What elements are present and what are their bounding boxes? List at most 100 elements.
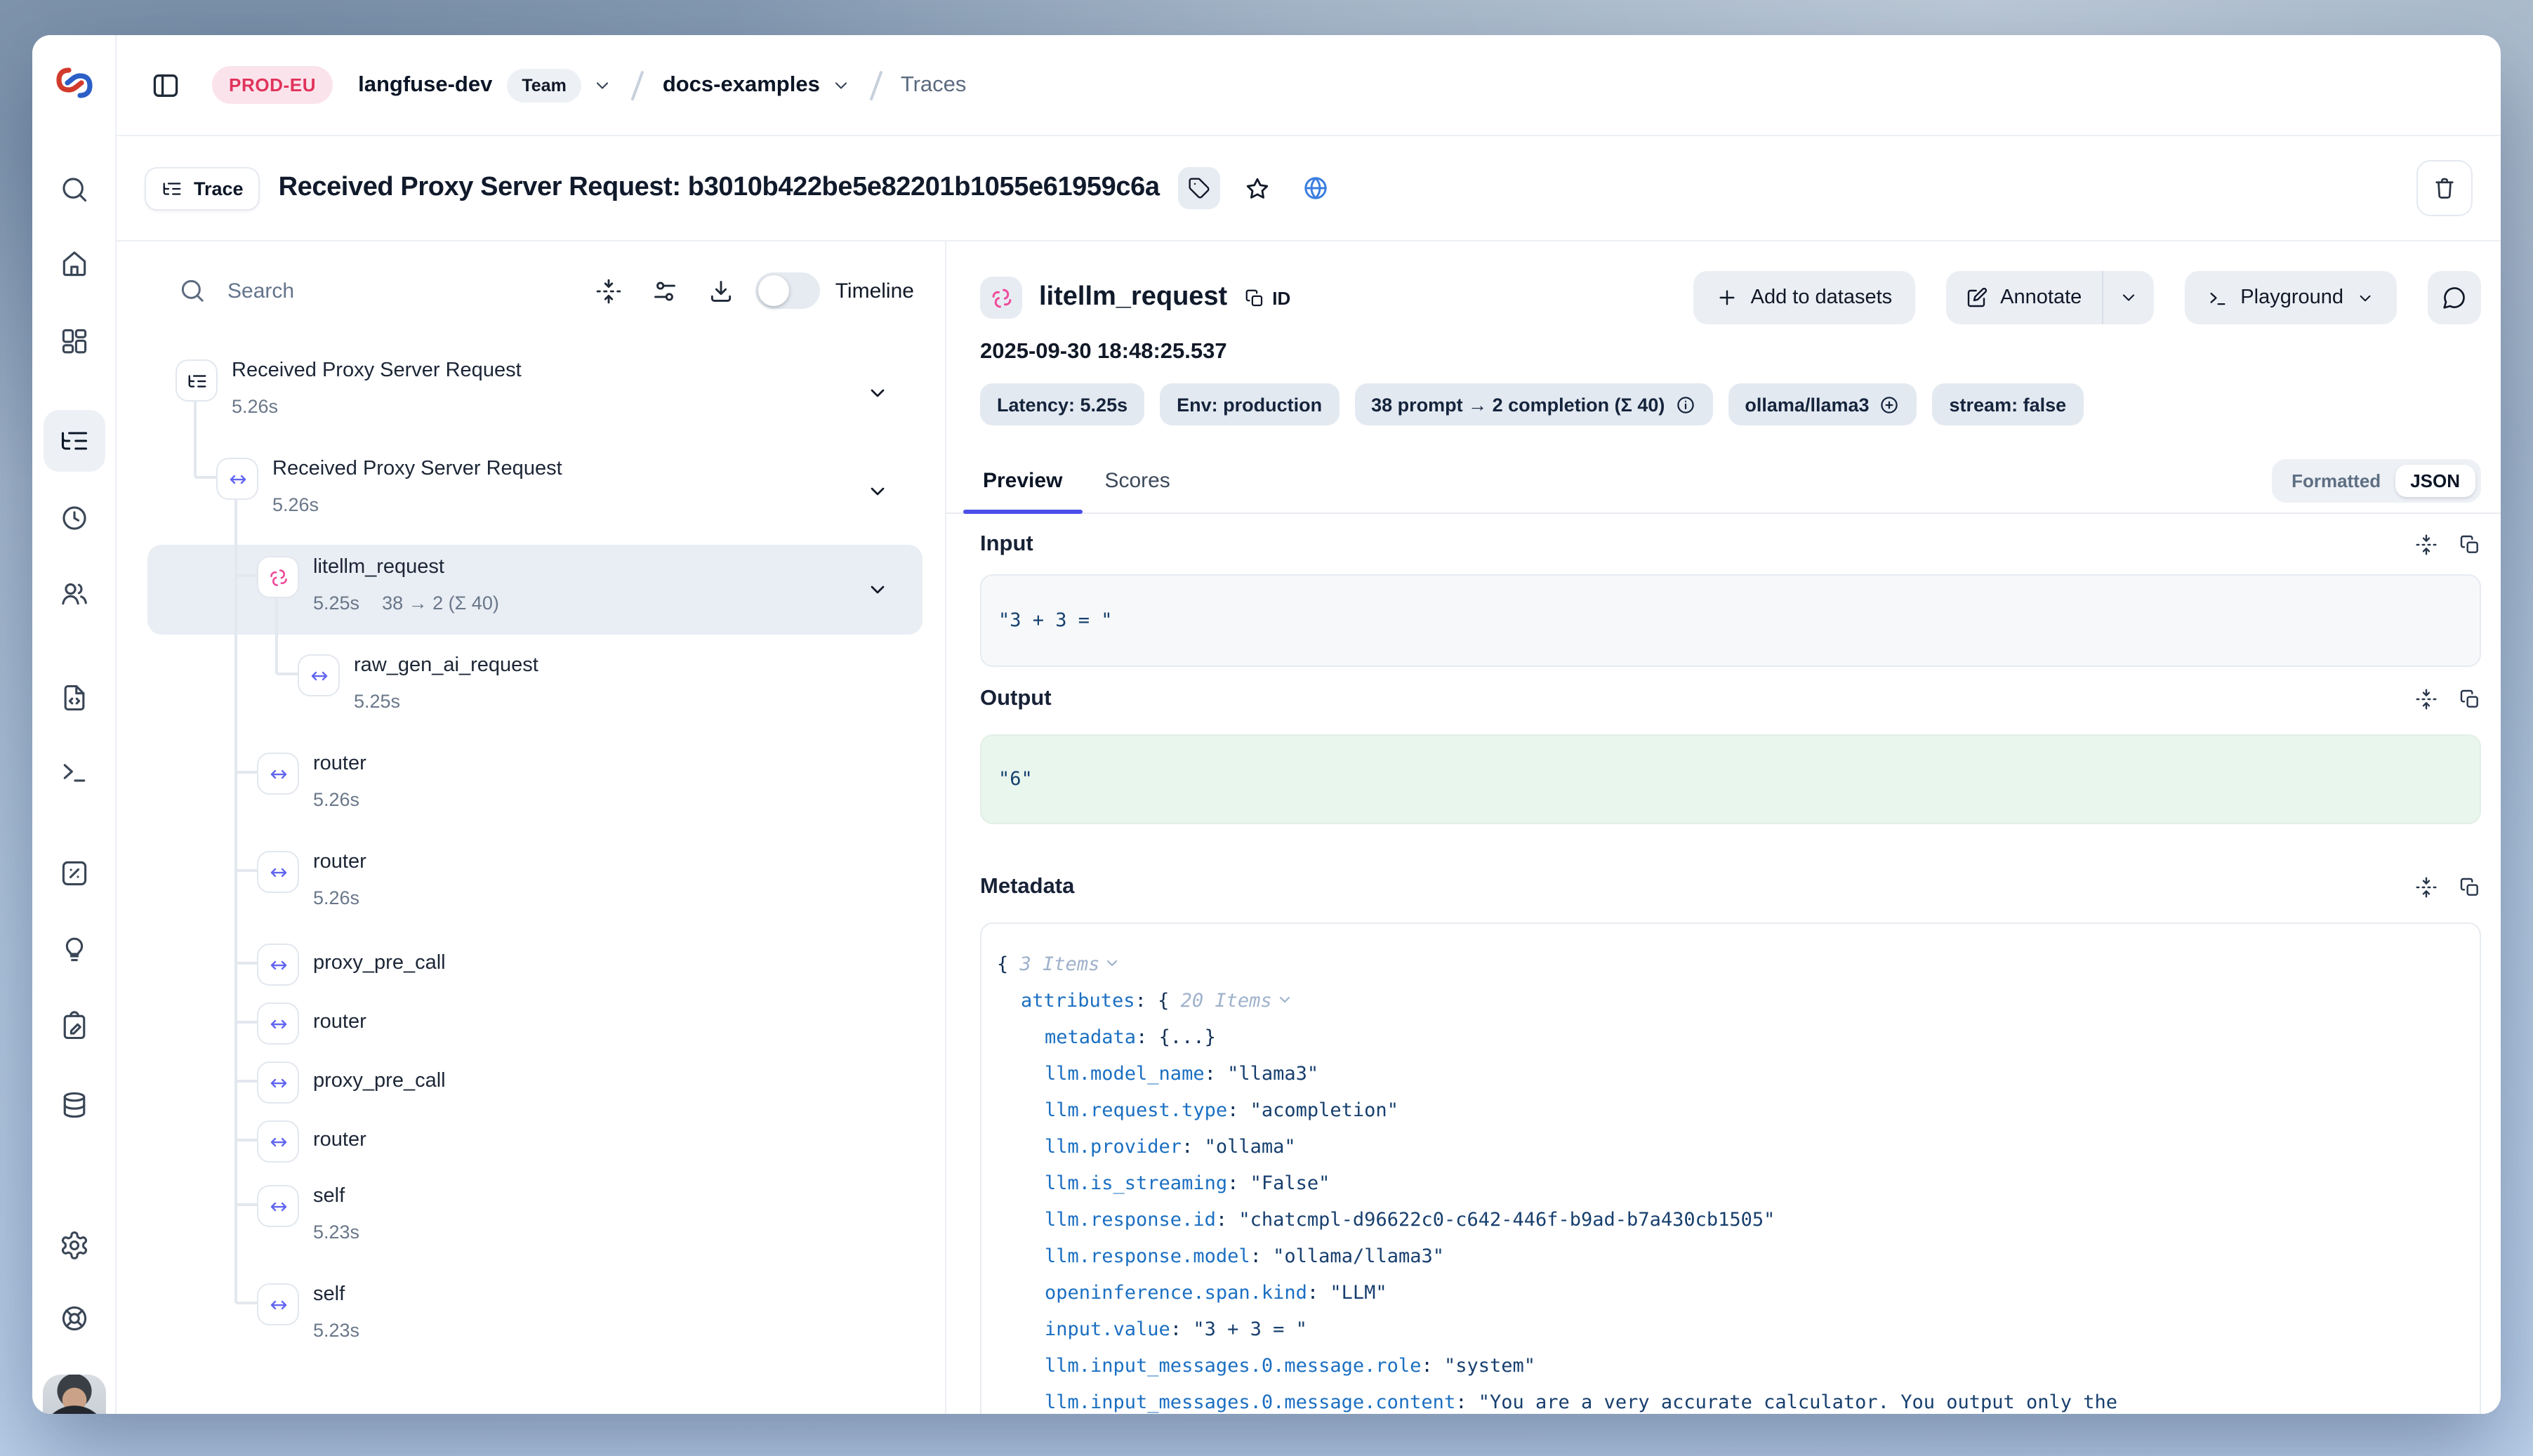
annotate-button[interactable]: Annotate: [1945, 271, 2101, 324]
metadata-json-viewer: { 3 Itemsattributes: { 20 Itemsmetadata:…: [980, 922, 2481, 1414]
generation-icon: [257, 556, 299, 598]
output-value: "6": [998, 768, 1033, 790]
sidebar-item-playground[interactable]: [43, 741, 105, 803]
playground-button[interactable]: Playground: [2184, 271, 2397, 324]
observation-badge-0: Latency: 5.25s: [980, 383, 1144, 425]
observation-badge-3: ollama/llama3: [1728, 383, 1917, 425]
chevron-down-icon[interactable]: [866, 578, 889, 601]
tree-node-name: router: [313, 1126, 366, 1154]
tab-scores[interactable]: Scores: [1102, 448, 1172, 512]
tree-node-router[interactable]: router: [147, 997, 922, 1047]
sidebar-item-llm-as-judge[interactable]: [43, 918, 105, 980]
sidebar-item-sessions[interactable]: [43, 487, 105, 549]
span-icon: [257, 753, 299, 795]
collapse-all-icon[interactable]: [595, 277, 622, 304]
sidebar-item-datasets[interactable]: [43, 1074, 105, 1136]
edit-icon: [1965, 286, 1988, 309]
json-line-12: llm.input_messages.0.message.content: "Y…: [997, 1384, 2463, 1414]
main-column: PROD-EU langfuse-dev Team docs-examples …: [117, 35, 2501, 1414]
tree-node-litellm_request[interactable]: litellm_request 5.25s38 → 2 (Σ 40): [147, 545, 922, 635]
tab-preview[interactable]: Preview: [980, 448, 1065, 512]
breadcrumb-divider: [631, 70, 644, 100]
user-avatar[interactable]: [42, 1375, 105, 1414]
sidebar-item-prompts[interactable]: [43, 667, 105, 729]
tree-node-meta: 5.25s38 → 2 (Σ 40): [313, 590, 499, 618]
json-line-6: llm.is_streaming: "False": [997, 1165, 2463, 1202]
tree-node-name: Received Proxy Server Request: [272, 455, 562, 483]
copy-id-button[interactable]: ID: [1244, 287, 1290, 308]
tree-node-Received Proxy Server Request[interactable]: Received Proxy Server Request5.26s: [147, 348, 922, 438]
format-option-formatted[interactable]: Formatted: [2277, 464, 2395, 496]
search-box[interactable]: [178, 277, 595, 305]
observation-badges: Latency: 5.25sEnv: production38 prompt →…: [980, 383, 2481, 425]
comments-button[interactable]: [2428, 271, 2481, 324]
annotate-dropdown[interactable]: [2101, 271, 2153, 324]
copy-icon[interactable]: [2459, 688, 2481, 710]
sidebar-item-users[interactable]: [43, 563, 105, 625]
tree-node-router[interactable]: router: [147, 1115, 922, 1165]
globe-icon[interactable]: [1296, 168, 1335, 208]
sidebar-item-dashboards[interactable]: [43, 310, 105, 372]
delete-trace-button[interactable]: [2416, 160, 2473, 216]
chevron-down-icon[interactable]: [866, 480, 889, 503]
tag-icon[interactable]: [1178, 167, 1220, 209]
span-icon: [257, 1061, 299, 1104]
json-line-3: llm.model_name: "llama3": [997, 1056, 2463, 1092]
observation-title: litellm_request: [1039, 282, 1227, 313]
json-line-2: metadata: {...}: [997, 1019, 2463, 1056]
info-icon[interactable]: [1674, 394, 1695, 415]
tree-node-router[interactable]: router5.26s: [147, 840, 922, 929]
tree-node-proxy_pre_call[interactable]: proxy_pre_call: [147, 1056, 922, 1106]
chevron-down-icon[interactable]: [593, 75, 613, 95]
tree-node-self[interactable]: self5.23s: [147, 1174, 922, 1264]
sidebar-item-settings[interactable]: [43, 1215, 105, 1276]
circle-plus-icon[interactable]: [1879, 394, 1900, 415]
sidebar-item-tracing[interactable]: [43, 410, 105, 472]
search-input[interactable]: [225, 277, 413, 304]
chevron-down-icon[interactable]: [866, 382, 889, 404]
timeline-toggle[interactable]: [755, 272, 820, 309]
format-option-json[interactable]: JSON: [2395, 464, 2475, 496]
search-icon: [178, 277, 206, 305]
sidebar-item-support[interactable]: [43, 1288, 105, 1349]
collapse-icon[interactable]: [1104, 955, 1120, 972]
copy-icon[interactable]: [2459, 876, 2481, 899]
download-icon[interactable]: [708, 277, 734, 304]
sidebar-toggle-icon[interactable]: [145, 64, 187, 106]
collapse-icon[interactable]: [2415, 688, 2438, 710]
tree-node-name: raw_gen_ai_request: [354, 651, 538, 680]
sidebar-item-evaluation[interactable]: [43, 842, 105, 904]
project-name[interactable]: docs-examples: [663, 72, 820, 98]
output-box: "6": [980, 734, 2481, 824]
sidebar-item-search[interactable]: [43, 159, 105, 220]
chevron-down-icon[interactable]: [831, 75, 851, 95]
sidebar-item-annotation-queues[interactable]: [43, 995, 105, 1057]
tree-node-proxy_pre_call[interactable]: proxy_pre_call: [147, 938, 922, 988]
trace-icon: [176, 359, 218, 402]
breadcrumb-divider: [869, 70, 882, 100]
trace-title-bar: Trace Received Proxy Server Request: b30…: [117, 136, 2501, 241]
observation-detail-panel: litellm_request ID Add to datasets: [946, 241, 2501, 1414]
collapse-icon[interactable]: [1276, 991, 1293, 1008]
breadcrumb-section[interactable]: Traces: [901, 72, 967, 98]
star-icon[interactable]: [1238, 168, 1278, 208]
tree-node-name: Received Proxy Server Request: [232, 357, 522, 385]
json-line-5: llm.provider: "ollama": [997, 1129, 2463, 1165]
sidebar-item-home[interactable]: [43, 233, 105, 295]
org-name[interactable]: langfuse-dev: [358, 72, 492, 98]
view-settings-icon[interactable]: [652, 277, 678, 304]
metadata-section-header: Metadata: [980, 875, 2481, 900]
tree-node-router[interactable]: router5.26s: [147, 741, 922, 831]
tree-node-Received Proxy Server Request[interactable]: Received Proxy Server Request5.26s: [147, 446, 922, 536]
tree-toolbar: Timeline: [117, 241, 945, 340]
copy-icon[interactable]: [2459, 534, 2481, 556]
collapse-icon[interactable]: [2415, 534, 2438, 556]
tree-node-name: self: [313, 1280, 359, 1309]
add-to-datasets-button[interactable]: Add to datasets: [1693, 271, 1915, 324]
tree-node-meta: 5.23s: [313, 1219, 359, 1247]
tree-node-name: litellm_request: [313, 553, 499, 581]
tree-node-raw_gen_ai_request[interactable]: raw_gen_ai_request5.25s: [147, 643, 922, 733]
tree-node-self[interactable]: self5.23s: [147, 1272, 922, 1362]
trace-tree: Received Proxy Server Request5.26sReceiv…: [117, 340, 945, 1414]
collapse-icon[interactable]: [2415, 876, 2438, 899]
